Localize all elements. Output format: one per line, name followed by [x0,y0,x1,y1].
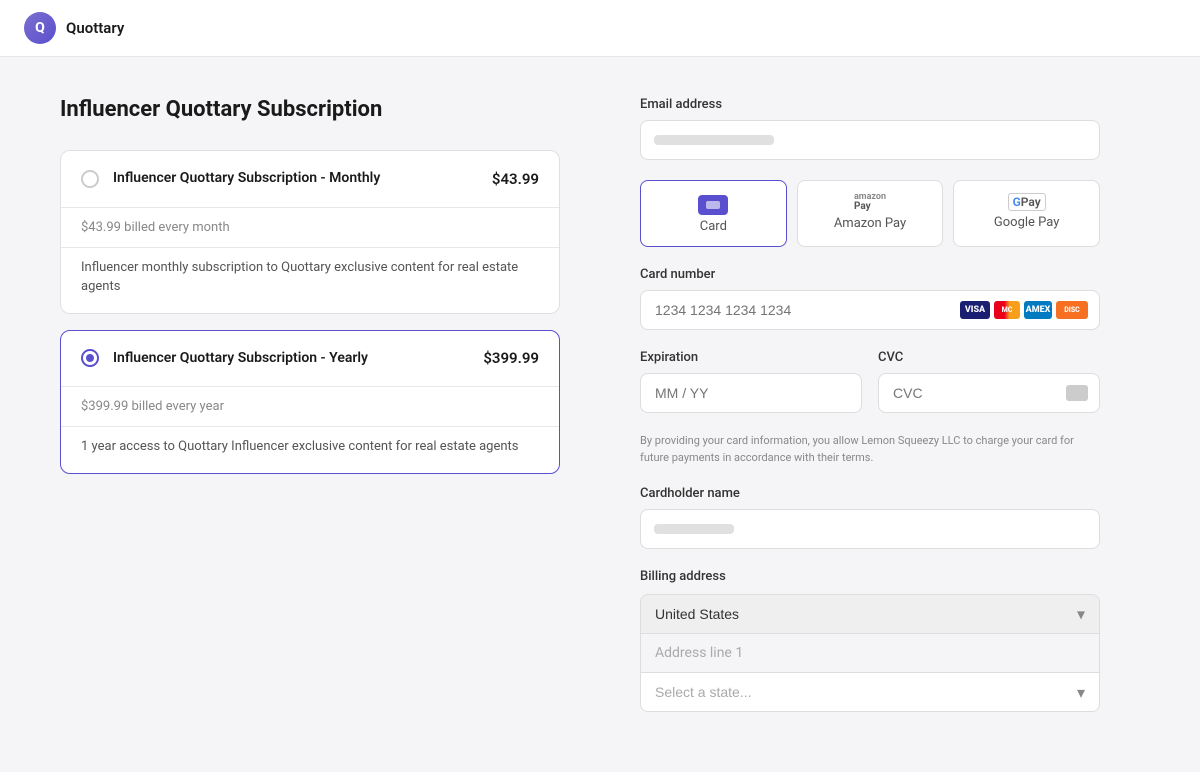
left-panel: Influencer Quottary Subscription Influen… [60,97,560,732]
yearly-plan-description: 1 year access to Quottary Influencer exc… [61,427,559,473]
discover-icon: DISC [1056,301,1088,319]
country-select[interactable]: United States [641,595,1099,633]
payment-methods-group: Card amazon Pay Amazon Pay GPay [640,180,1100,247]
google-pay-btn[interactable]: GPay Google Pay [953,180,1100,247]
monthly-plan-price: $43.99 [492,170,539,188]
cvc-form-group: CVC [878,350,1100,413]
email-blur-mask [654,135,774,145]
yearly-plan-card[interactable]: Influencer Quottary Subscription - Yearl… [60,330,560,474]
expiration-label: Expiration [640,350,862,365]
header: Q Quottary [0,0,1200,57]
yearly-radio[interactable] [81,349,99,367]
mastercard-icon: MC [994,301,1020,319]
card-number-label: Card number [640,267,1100,282]
card-number-form-group: Card number VISA MC AMEX DISC [640,267,1100,330]
page-title: Influencer Quottary Subscription [60,97,560,122]
monthly-plan-card[interactable]: Influencer Quottary Subscription - Month… [60,150,560,314]
monthly-billing-text: $43.99 billed every month [61,208,559,247]
expiration-input[interactable] [640,373,862,413]
card-payment-btn[interactable]: Card [640,180,787,247]
amazon-pay-label: Amazon Pay [834,216,906,231]
cardholder-label: Cardholder name [640,486,1100,501]
google-pay-label: Google Pay [994,215,1060,230]
card-icon [698,193,728,215]
country-select-wrapper[interactable]: United States [641,595,1099,634]
yearly-billing-text: $399.99 billed every year [61,387,559,426]
billing-label: Billing address [640,569,1100,584]
amazon-pay-icon: amazon Pay [854,193,886,212]
card-brand-icons: VISA MC AMEX DISC [960,301,1088,319]
cardholder-form-group: Cardholder name [640,486,1100,549]
disclaimer-text: By providing your card information, you … [640,433,1100,466]
amazon-pay-btn[interactable]: amazon Pay Amazon Pay [797,180,944,247]
monthly-plan-description: Influencer monthly subscription to Quott… [61,248,559,313]
cvc-label: CVC [878,350,1100,365]
cvc-card-icon [1066,385,1088,401]
monthly-radio[interactable] [81,170,99,188]
email-form-group: Email address [640,97,1100,160]
billing-address-section: Billing address United States Address li… [640,569,1100,712]
amex-icon: AMEX [1024,301,1052,319]
right-panel: Email address Card amazon Pay [640,97,1100,732]
logo-icon: Q [24,12,56,44]
state-select-wrapper[interactable]: Select a state... [641,673,1099,711]
monthly-plan-name: Influencer Quottary Subscription - Month… [113,169,478,189]
address-line-1: Address line 1 [641,634,1099,673]
email-label: Email address [640,97,1100,112]
google-pay-icon: GPay [1008,193,1046,211]
expiration-form-group: Expiration [640,350,862,413]
state-select[interactable]: Select a state... [641,673,1099,711]
yearly-plan-name: Influencer Quottary Subscription - Yearl… [113,349,469,369]
billing-address-box: United States Address line 1 Select a st… [640,594,1100,712]
cardholder-blur-mask [654,524,734,534]
yearly-plan-price: $399.99 [483,349,539,367]
card-label: Card [700,219,727,234]
brand-name: Quottary [66,19,124,37]
visa-icon: VISA [960,301,990,319]
